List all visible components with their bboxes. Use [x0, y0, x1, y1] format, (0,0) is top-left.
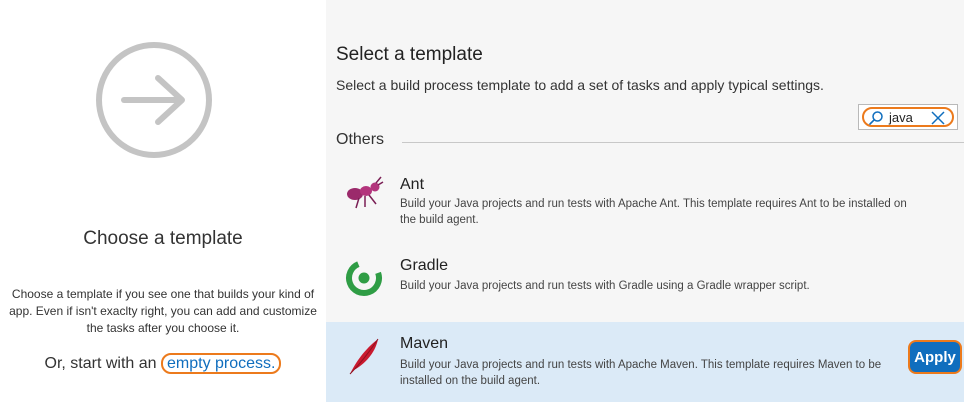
template-name: Ant: [400, 176, 425, 193]
maven-icon: [349, 338, 379, 375]
template-description: Build your Java projects and run tests w…: [400, 198, 907, 226]
template-item-maven[interactable]: Maven Build your Java projects and run t…: [326, 322, 964, 402]
arrow-right-circle-icon: [96, 42, 212, 158]
start-prefix: Or, start with an: [44, 355, 161, 372]
others-section-label: Others: [336, 131, 385, 148]
search-input[interactable]: java: [889, 110, 913, 125]
template-item-ant[interactable]: Ant Build your Java projects and run tes…: [326, 165, 964, 239]
template-description: Build your Java projects and run tests w…: [400, 359, 882, 387]
template-search-box[interactable]: java: [858, 104, 958, 130]
ant-icon: [347, 176, 384, 209]
section-divider: [402, 142, 964, 143]
template-item-gradle[interactable]: Gradle Build your Java projects and run …: [326, 248, 964, 308]
choose-template-panel: Choose a template Choose a template if y…: [0, 0, 326, 402]
template-name: Maven: [400, 335, 449, 352]
apply-button[interactable]: Apply: [908, 340, 962, 374]
gradle-icon: [346, 260, 382, 296]
template-description: Build your Java projects and run tests w…: [400, 280, 810, 292]
choose-template-title: Choose a template: [83, 228, 243, 249]
empty-process-link[interactable]: empty process.: [161, 353, 282, 374]
select-template-subtitle: Select a build process template to add a…: [336, 77, 824, 93]
select-template-panel: Select a template Select a build process…: [326, 0, 964, 402]
template-name: Gradle: [400, 257, 449, 274]
clear-search-icon[interactable]: [929, 109, 947, 127]
choose-template-description: Choose a template if you see one that bu…: [9, 287, 317, 335]
start-empty-row: Or, start with an empty process.: [0, 353, 326, 374]
search-icon: [869, 111, 883, 125]
select-template-title: Select a template: [336, 44, 483, 65]
